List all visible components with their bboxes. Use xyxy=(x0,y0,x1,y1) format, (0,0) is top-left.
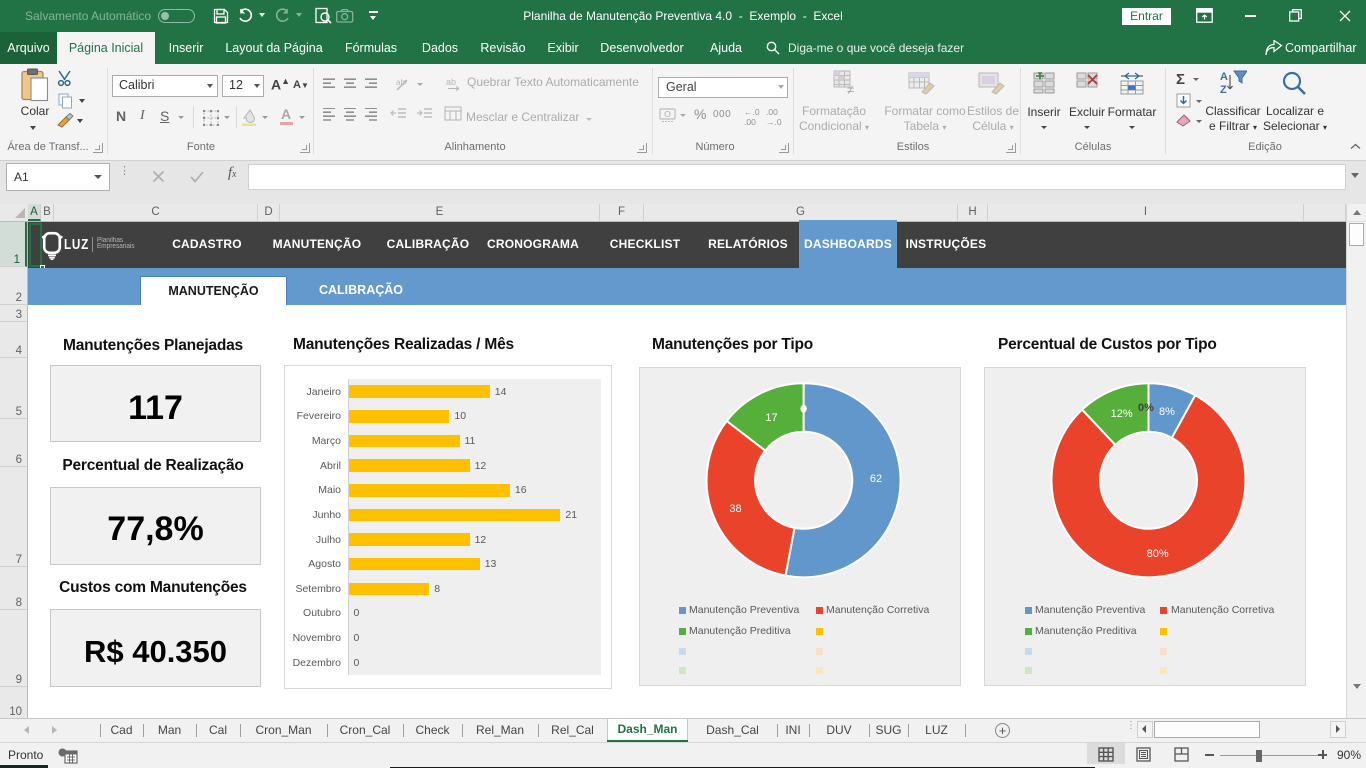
svg-text:38: 38 xyxy=(729,503,741,515)
svg-text:A: A xyxy=(1220,71,1228,83)
svg-text:≠: ≠ xyxy=(847,82,854,96)
svg-text:Z: Z xyxy=(1220,84,1227,96)
svg-text:ab: ab xyxy=(396,78,405,87)
svg-text:62: 62 xyxy=(870,473,882,485)
svg-text:0%: 0% xyxy=(1138,402,1154,414)
svg-text:80%: 80% xyxy=(1147,548,1169,560)
svg-text:12%: 12% xyxy=(1111,408,1133,420)
svg-text:ab: ab xyxy=(446,77,456,87)
svg-text:17: 17 xyxy=(765,412,777,424)
svg-text:8%: 8% xyxy=(1159,406,1175,418)
